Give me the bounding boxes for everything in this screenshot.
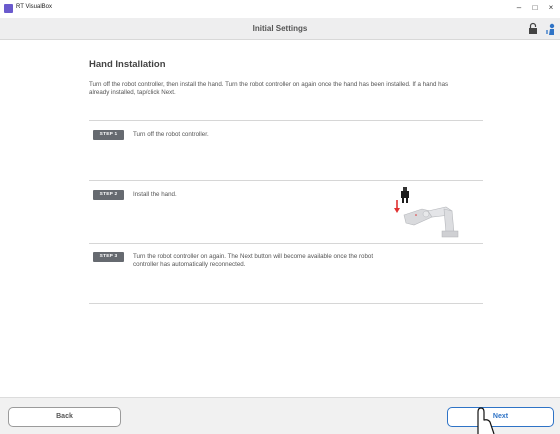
lock-icon[interactable] [526,22,540,36]
window-titlebar: RT VisualBox – □ × [0,0,560,17]
step-1-text: Turn off the robot controller. [133,131,209,138]
main-content: Hand Installation Turn off the robot con… [0,41,560,397]
step-1-badge: STEP 1 [93,130,124,140]
app-title: RT VisualBox [16,4,53,10]
divider [89,303,483,304]
section-description: Turn off the robot controller, then inst… [89,81,449,96]
next-button[interactable]: Next [447,407,554,427]
maximize-button[interactable]: □ [529,2,541,14]
divider [89,243,483,244]
section-title: Hand Installation [89,59,166,70]
divider [89,120,483,121]
close-button[interactable]: × [545,2,557,14]
step-3-badge: STEP 3 [93,252,124,262]
person-icon[interactable] [544,22,558,36]
page-header: Initial Settings [0,18,560,40]
step-2-text: Install the hand. [133,191,177,198]
robot-hand-illustration [394,187,459,238]
back-button[interactable]: Back [8,407,121,427]
app-logo-icon [4,4,13,13]
minimize-button[interactable]: – [513,2,525,14]
page-title: Initial Settings [252,24,308,33]
step-3-text: Turn the robot controller on again. The … [133,253,374,268]
step-2-badge: STEP 2 [93,190,124,200]
hand-pointer-icon [477,407,495,434]
divider [89,180,483,181]
